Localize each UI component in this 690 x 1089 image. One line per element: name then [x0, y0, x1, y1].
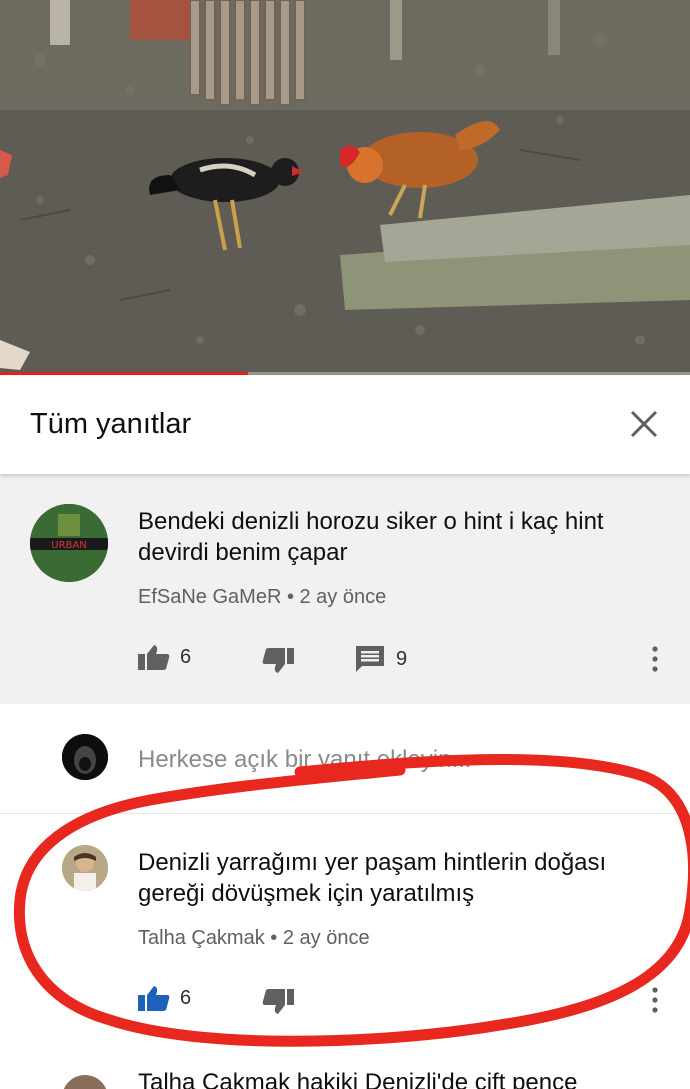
more-vert-icon [652, 646, 658, 672]
progress-bar[interactable] [0, 372, 690, 375]
comment-icon [356, 646, 384, 672]
reply-input-placeholder[interactable]: Herkese açık bir yanıt ekleyin... [138, 746, 471, 774]
more-options-button[interactable] [650, 646, 660, 672]
close-button[interactable] [624, 404, 664, 444]
reply-input-row[interactable]: Herkese açık bir yanıt ekleyin... [0, 704, 690, 814]
user-avatar-image [62, 734, 108, 780]
comment-meta: EfSaNe GaMeR • 2 ay önce [138, 586, 387, 608]
like-count: 6 [180, 645, 192, 668]
like-button[interactable]: 6 [138, 985, 191, 1011]
avatar-text: URBAN [51, 540, 86, 551]
video-player[interactable] [0, 0, 690, 375]
thumbs-up-icon [138, 645, 170, 670]
comment-text: Denizli yarrağımı yer paşam hintlerin do… [138, 849, 607, 907]
replies-header: Tüm yanıtlar [0, 376, 690, 474]
comment-text: Bendeki denizli horozu siker o hint i ka… [138, 508, 604, 566]
next-comment: Talha Çakmak hakiki Denizli'de çift penc… [0, 1055, 690, 1089]
video-frame [0, 0, 690, 375]
avatar-image: URBAN [30, 504, 108, 582]
comment-text: Talha Çakmak hakiki Denizli'de çift penc… [138, 1069, 578, 1089]
dislike-button[interactable] [262, 648, 294, 674]
avatar-image [62, 845, 108, 891]
close-icon [630, 410, 658, 438]
avatar[interactable]: URBAN [30, 504, 108, 582]
replies-button[interactable]: 9 [356, 646, 407, 672]
parent-comment: URBAN Bendeki denizli horozu siker o hin… [0, 474, 690, 704]
comment-meta: Talha Çakmak • 2 ay önce [138, 927, 370, 949]
thumbs-up-icon [138, 986, 170, 1011]
more-vert-icon [652, 987, 658, 1013]
reply-comment: Denizli yarrağımı yer paşam hintlerin do… [0, 815, 690, 1055]
more-options-button[interactable] [650, 987, 660, 1013]
thumbs-down-icon [262, 989, 294, 1014]
reply-count: 9 [396, 647, 408, 670]
like-button[interactable]: 6 [138, 644, 191, 670]
dislike-button[interactable] [262, 989, 294, 1015]
avatar[interactable] [62, 845, 108, 891]
user-avatar [62, 734, 108, 780]
like-count: 6 [180, 986, 192, 1009]
progress-fill [0, 372, 249, 375]
avatar[interactable] [62, 1075, 108, 1089]
page-title: Tüm yanıtlar [30, 408, 192, 440]
thumbs-down-icon [262, 648, 294, 673]
